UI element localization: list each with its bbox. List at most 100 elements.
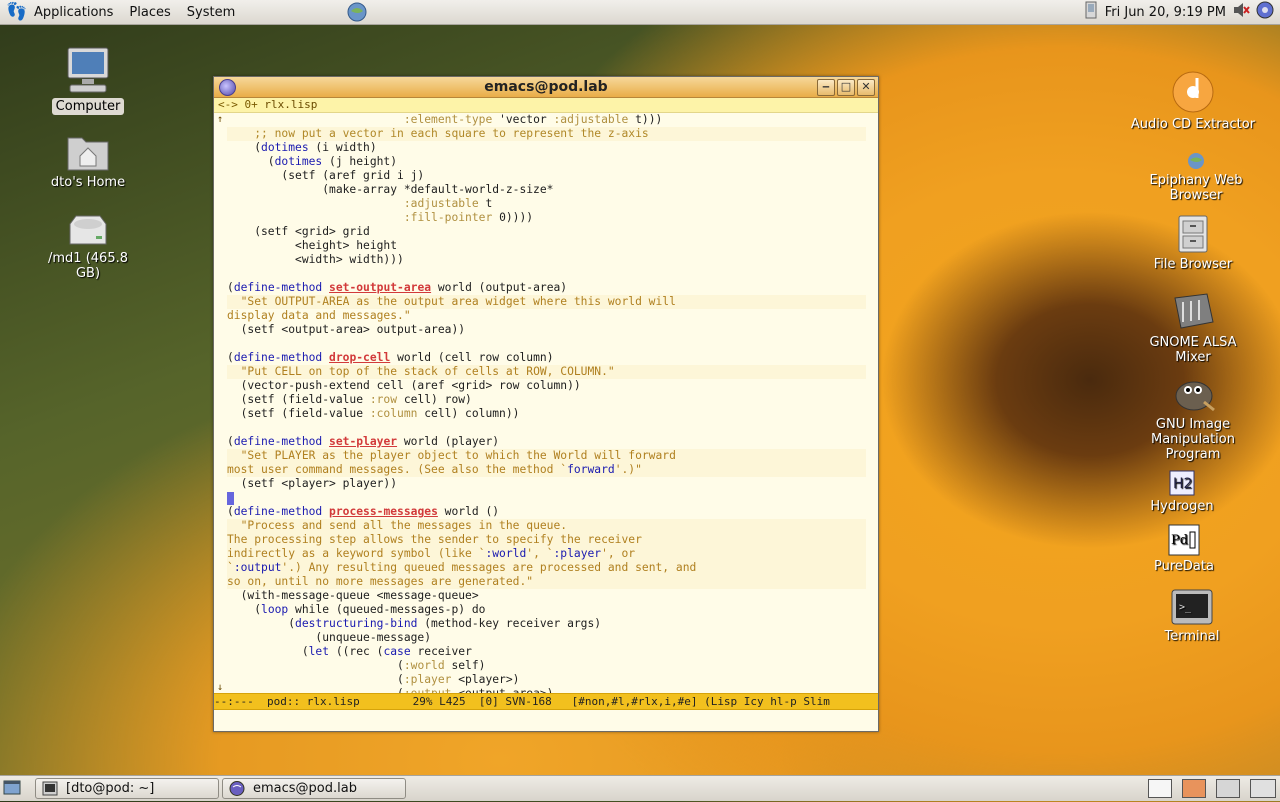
menu-applications[interactable]: Applications — [26, 0, 121, 24]
scroll-down-indicator-icon: ↓ — [217, 682, 224, 693]
code-line: (:output <output-area>) — [227, 687, 866, 693]
workspace-2[interactable] — [1182, 779, 1206, 798]
code-line: :element-type 'vector :adjustable t))) — [403, 113, 663, 126]
task-label: [dto@pod: ~] — [66, 781, 155, 796]
desktop-icon-epiphany[interactable]: Epiphany Web Browser — [1136, 152, 1256, 204]
code-line: "Put CELL on top of the stack of cells a… — [227, 365, 866, 379]
taskbar-item-emacs[interactable]: emacs@pod.lab — [222, 778, 406, 799]
desktop-icon-audio-cd-extractor[interactable]: Audio CD Extractor — [1126, 70, 1260, 133]
desktop-icon-terminal[interactable]: >_ Terminal — [1150, 588, 1234, 645]
window-titlebar[interactable]: emacs@pod.lab ‒ □ ✕ — [214, 77, 878, 98]
taskbar-item-terminal[interactable]: [dto@pod: ~] — [35, 778, 219, 799]
terminal-icon — [42, 781, 58, 796]
desktop-icon-home[interactable]: dto's Home — [44, 132, 132, 191]
clock[interactable]: Fri Jun 20, 9:19 PM — [1105, 5, 1226, 20]
desktop-icon-label: GNOME ALSA Mixer — [1149, 335, 1237, 365]
task-label: emacs@pod.lab — [253, 781, 357, 796]
desktop-icon-puredata[interactable]: Pd PureData — [1144, 524, 1224, 575]
code-line: ;; now put a vector in each square to re… — [227, 127, 866, 141]
code-line: (define-method set-output-area world (ou… — [227, 281, 568, 294]
mixer-icon — [1171, 292, 1215, 332]
home-folder-icon — [66, 132, 110, 172]
desktop-icon-label: File Browser — [1153, 257, 1233, 272]
emacs-buffer[interactable]: ↑ ↓ :element-type 'vector :adjustable t)… — [214, 113, 878, 693]
code-line: (unqueue-message) — [227, 631, 432, 644]
code-line: (define-method process-messages world () — [227, 505, 500, 518]
desktop-icon-label: PureData — [1154, 559, 1214, 574]
desktop-icon-computer[interactable]: Computer — [50, 46, 126, 115]
filing-cabinet-icon — [1176, 214, 1210, 254]
code-lines: :element-type 'vector :adjustable t))) ;… — [227, 113, 866, 693]
desktop-icon-label: Epiphany Web Browser — [1149, 173, 1243, 203]
desktop-icon-md1-drive[interactable]: /md1 (465.8 GB) — [30, 214, 146, 282]
code-line: (setf <grid> grid — [227, 225, 370, 238]
desktop-icon-label: Terminal — [1164, 629, 1220, 644]
code-line: indirectly as a keyword symbol (like `:w… — [227, 547, 866, 561]
globe-icon — [1187, 152, 1205, 170]
workspace-3[interactable] — [1216, 779, 1240, 798]
code-line: <height> height — [227, 239, 398, 252]
code-line: (setf (aref grid i j) — [227, 169, 425, 182]
computer-icon — [64, 46, 112, 96]
svg-text:Pd: Pd — [1171, 533, 1188, 548]
code-line: The processing step allows the sender to… — [227, 533, 866, 547]
show-desktop-icon[interactable] — [3, 779, 21, 801]
hydrogen-icon: H2 — [1169, 470, 1195, 496]
gimp-wilber-icon — [1170, 374, 1216, 414]
code-line: (setf (field-value :column cell) column)… — [227, 407, 520, 420]
desktop-icon-label: Hydrogen — [1150, 499, 1214, 514]
code-line: (setf <player> player)) — [227, 477, 398, 490]
svg-text:H2: H2 — [1173, 476, 1192, 492]
terminal-icon: >_ — [1170, 588, 1214, 626]
code-line: "Set PLAYER as the player object to whic… — [227, 449, 866, 463]
emacs-mode-line: --:--- pod:: rlx.lisp 29% L425 [0] SVN-1… — [214, 693, 878, 710]
desktop-icon-hydrogen[interactable]: H2 Hydrogen — [1140, 470, 1224, 515]
code-line: :fill-pointer 0)))) — [403, 211, 534, 224]
code-line: (let ((rec (case receiver — [227, 645, 472, 658]
gnome-foot-icon[interactable]: 👣 — [6, 2, 27, 22]
notification-area-icon[interactable] — [1083, 0, 1099, 24]
menu-places[interactable]: Places — [121, 0, 178, 24]
desktop-icon-label: /md1 (465.8 GB) — [48, 251, 128, 281]
vertical-scrollbar[interactable] — [866, 113, 878, 693]
bottom-panel: [dto@pod: ~] emacs@pod.lab — [0, 775, 1280, 801]
fringe: ↑ ↓ — [214, 113, 227, 693]
code-line: (dotimes (i width) — [227, 141, 377, 154]
code-line: (define-method drop-cell world (cell row… — [227, 351, 554, 364]
close-button[interactable]: ✕ — [857, 79, 875, 96]
emacs-app-icon[interactable] — [219, 79, 236, 96]
emacs-window[interactable]: emacs@pod.lab ‒ □ ✕ <-> 0+ rlx.lisp ↑ ↓ … — [213, 76, 879, 732]
emacs-app-icon — [229, 781, 245, 796]
minimize-button[interactable]: ‒ — [817, 79, 835, 96]
code-line: (setf <output-area> output-area)) — [227, 323, 466, 336]
code-line: (define-method set-player world (player) — [227, 435, 500, 448]
emacs-header-line: <-> 0+ rlx.lisp — [214, 98, 878, 113]
hard-drive-icon — [66, 214, 110, 248]
desktop-icon-alsa-mixer[interactable]: GNOME ALSA Mixer — [1130, 292, 1256, 366]
desktop-icon-file-browser[interactable]: File Browser — [1136, 214, 1250, 273]
volume-muted-icon[interactable] — [1232, 1, 1250, 23]
desktop-icon-label: GNU Image Manipulation Program — [1150, 417, 1235, 462]
puredata-icon: Pd — [1168, 524, 1200, 556]
window-title: emacs@pod.lab — [484, 79, 608, 95]
desktop-icon-gimp[interactable]: GNU Image Manipulation Program — [1136, 374, 1250, 463]
code-line: (vector-push-extend cell (aref <grid> ro… — [227, 379, 581, 392]
code-line — [227, 491, 866, 505]
workspace-1[interactable] — [1148, 779, 1172, 798]
top-panel: 👣 Applications Places System Fri Jun 20,… — [0, 0, 1280, 25]
web-browser-launcher-icon[interactable] — [347, 2, 367, 26]
code-line: (with-message-queue <message-queue> — [227, 589, 479, 602]
menu-system[interactable]: System — [179, 0, 243, 24]
code-line: display data and messages." — [227, 309, 411, 322]
header-filename: rlx.lisp — [264, 98, 318, 111]
emacs-minibuffer[interactable] — [214, 710, 878, 730]
code-line: "Set OUTPUT-AREA as the output area widg… — [227, 295, 866, 309]
code-line: <width> width))) — [227, 253, 404, 266]
scroll-up-indicator-icon: ↑ — [217, 114, 224, 125]
workspace-4[interactable] — [1250, 779, 1276, 798]
maximize-button[interactable]: □ — [837, 79, 855, 96]
network-status-icon[interactable] — [1256, 1, 1274, 23]
